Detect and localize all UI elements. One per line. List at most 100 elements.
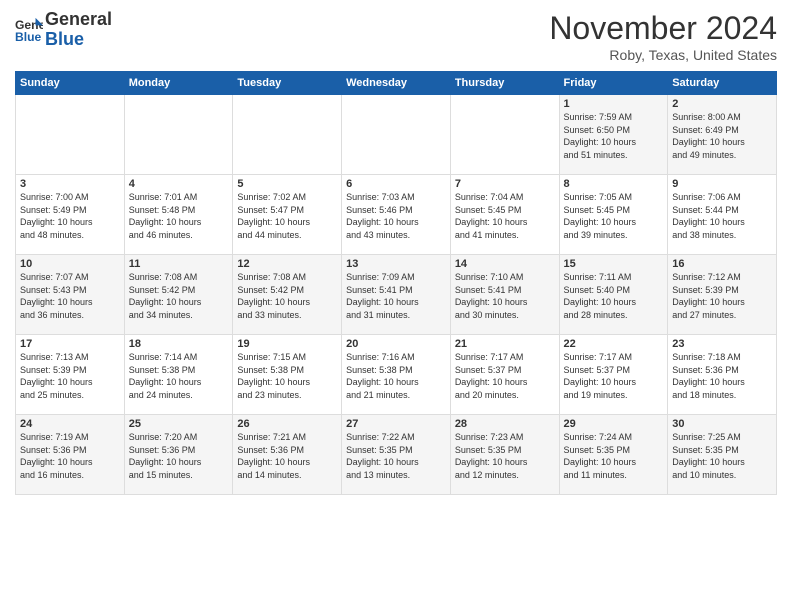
week-row-3: 10Sunrise: 7:07 AM Sunset: 5:43 PM Dayli… — [16, 255, 777, 335]
day-header-saturday: Saturday — [668, 72, 777, 95]
day-info: Sunrise: 7:03 AM Sunset: 5:46 PM Dayligh… — [346, 191, 446, 241]
day-number: 11 — [129, 258, 229, 270]
day-number: 19 — [237, 338, 337, 350]
day-info: Sunrise: 7:04 AM Sunset: 5:45 PM Dayligh… — [455, 191, 555, 241]
day-info: Sunrise: 7:17 AM Sunset: 5:37 PM Dayligh… — [455, 351, 555, 401]
day-cell: 21Sunrise: 7:17 AM Sunset: 5:37 PM Dayli… — [450, 335, 559, 415]
day-header-monday: Monday — [124, 72, 233, 95]
day-info: Sunrise: 7:09 AM Sunset: 5:41 PM Dayligh… — [346, 271, 446, 321]
week-row-2: 3Sunrise: 7:00 AM Sunset: 5:49 PM Daylig… — [16, 175, 777, 255]
day-number: 8 — [564, 178, 664, 190]
day-info: Sunrise: 7:02 AM Sunset: 5:47 PM Dayligh… — [237, 191, 337, 241]
month-title: November 2024 — [549, 10, 777, 47]
day-number: 4 — [129, 178, 229, 190]
day-cell: 24Sunrise: 7:19 AM Sunset: 5:36 PM Dayli… — [16, 415, 125, 495]
week-row-5: 24Sunrise: 7:19 AM Sunset: 5:36 PM Dayli… — [16, 415, 777, 495]
day-info: Sunrise: 7:23 AM Sunset: 5:35 PM Dayligh… — [455, 431, 555, 481]
day-cell: 22Sunrise: 7:17 AM Sunset: 5:37 PM Dayli… — [559, 335, 668, 415]
day-info: Sunrise: 8:00 AM Sunset: 6:49 PM Dayligh… — [672, 111, 772, 161]
day-number: 25 — [129, 418, 229, 430]
title-block: November 2024 Roby, Texas, United States — [549, 10, 777, 63]
day-cell: 26Sunrise: 7:21 AM Sunset: 5:36 PM Dayli… — [233, 415, 342, 495]
day-number: 13 — [346, 258, 446, 270]
day-cell: 2Sunrise: 8:00 AM Sunset: 6:49 PM Daylig… — [668, 95, 777, 175]
day-cell — [124, 95, 233, 175]
day-header-tuesday: Tuesday — [233, 72, 342, 95]
day-number: 3 — [20, 178, 120, 190]
day-number: 16 — [672, 258, 772, 270]
day-number: 5 — [237, 178, 337, 190]
day-info: Sunrise: 7:16 AM Sunset: 5:38 PM Dayligh… — [346, 351, 446, 401]
week-row-1: 1Sunrise: 7:59 AM Sunset: 6:50 PM Daylig… — [16, 95, 777, 175]
day-cell: 17Sunrise: 7:13 AM Sunset: 5:39 PM Dayli… — [16, 335, 125, 415]
day-number: 1 — [564, 98, 664, 110]
day-cell: 11Sunrise: 7:08 AM Sunset: 5:42 PM Dayli… — [124, 255, 233, 335]
day-info: Sunrise: 7:01 AM Sunset: 5:48 PM Dayligh… — [129, 191, 229, 241]
day-cell: 13Sunrise: 7:09 AM Sunset: 5:41 PM Dayli… — [342, 255, 451, 335]
day-number: 17 — [20, 338, 120, 350]
day-number: 14 — [455, 258, 555, 270]
day-cell: 25Sunrise: 7:20 AM Sunset: 5:36 PM Dayli… — [124, 415, 233, 495]
day-info: Sunrise: 7:17 AM Sunset: 5:37 PM Dayligh… — [564, 351, 664, 401]
day-cell: 10Sunrise: 7:07 AM Sunset: 5:43 PM Dayli… — [16, 255, 125, 335]
calendar-table: SundayMondayTuesdayWednesdayThursdayFrid… — [15, 71, 777, 495]
day-number: 30 — [672, 418, 772, 430]
logo-text: General Blue — [45, 10, 112, 50]
logo: General Blue General Blue — [15, 10, 112, 50]
day-info: Sunrise: 7:24 AM Sunset: 5:35 PM Dayligh… — [564, 431, 664, 481]
day-header-friday: Friday — [559, 72, 668, 95]
day-cell: 27Sunrise: 7:22 AM Sunset: 5:35 PM Dayli… — [342, 415, 451, 495]
header-row: SundayMondayTuesdayWednesdayThursdayFrid… — [16, 72, 777, 95]
day-info: Sunrise: 7:00 AM Sunset: 5:49 PM Dayligh… — [20, 191, 120, 241]
day-cell: 15Sunrise: 7:11 AM Sunset: 5:40 PM Dayli… — [559, 255, 668, 335]
day-cell: 18Sunrise: 7:14 AM Sunset: 5:38 PM Dayli… — [124, 335, 233, 415]
day-header-sunday: Sunday — [16, 72, 125, 95]
day-cell: 23Sunrise: 7:18 AM Sunset: 5:36 PM Dayli… — [668, 335, 777, 415]
day-cell: 5Sunrise: 7:02 AM Sunset: 5:47 PM Daylig… — [233, 175, 342, 255]
day-info: Sunrise: 7:15 AM Sunset: 5:38 PM Dayligh… — [237, 351, 337, 401]
day-cell — [450, 95, 559, 175]
day-info: Sunrise: 7:07 AM Sunset: 5:43 PM Dayligh… — [20, 271, 120, 321]
day-cell: 9Sunrise: 7:06 AM Sunset: 5:44 PM Daylig… — [668, 175, 777, 255]
day-info: Sunrise: 7:12 AM Sunset: 5:39 PM Dayligh… — [672, 271, 772, 321]
day-info: Sunrise: 7:59 AM Sunset: 6:50 PM Dayligh… — [564, 111, 664, 161]
day-info: Sunrise: 7:13 AM Sunset: 5:39 PM Dayligh… — [20, 351, 120, 401]
day-cell: 20Sunrise: 7:16 AM Sunset: 5:38 PM Dayli… — [342, 335, 451, 415]
day-cell — [342, 95, 451, 175]
day-info: Sunrise: 7:08 AM Sunset: 5:42 PM Dayligh… — [129, 271, 229, 321]
day-number: 28 — [455, 418, 555, 430]
day-cell — [16, 95, 125, 175]
header: General Blue General Blue November 2024 … — [15, 10, 777, 63]
day-cell: 14Sunrise: 7:10 AM Sunset: 5:41 PM Dayli… — [450, 255, 559, 335]
day-cell: 1Sunrise: 7:59 AM Sunset: 6:50 PM Daylig… — [559, 95, 668, 175]
day-cell: 6Sunrise: 7:03 AM Sunset: 5:46 PM Daylig… — [342, 175, 451, 255]
logo-icon: General Blue — [15, 16, 43, 44]
day-info: Sunrise: 7:05 AM Sunset: 5:45 PM Dayligh… — [564, 191, 664, 241]
day-header-wednesday: Wednesday — [342, 72, 451, 95]
day-cell: 19Sunrise: 7:15 AM Sunset: 5:38 PM Dayli… — [233, 335, 342, 415]
day-cell: 8Sunrise: 7:05 AM Sunset: 5:45 PM Daylig… — [559, 175, 668, 255]
day-cell: 29Sunrise: 7:24 AM Sunset: 5:35 PM Dayli… — [559, 415, 668, 495]
day-info: Sunrise: 7:14 AM Sunset: 5:38 PM Dayligh… — [129, 351, 229, 401]
day-info: Sunrise: 7:25 AM Sunset: 5:35 PM Dayligh… — [672, 431, 772, 481]
day-info: Sunrise: 7:22 AM Sunset: 5:35 PM Dayligh… — [346, 431, 446, 481]
day-number: 7 — [455, 178, 555, 190]
day-number: 26 — [237, 418, 337, 430]
location-subtitle: Roby, Texas, United States — [549, 47, 777, 63]
day-number: 23 — [672, 338, 772, 350]
day-cell: 16Sunrise: 7:12 AM Sunset: 5:39 PM Dayli… — [668, 255, 777, 335]
day-info: Sunrise: 7:19 AM Sunset: 5:36 PM Dayligh… — [20, 431, 120, 481]
day-number: 20 — [346, 338, 446, 350]
day-info: Sunrise: 7:18 AM Sunset: 5:36 PM Dayligh… — [672, 351, 772, 401]
page-container: General Blue General Blue November 2024 … — [0, 0, 792, 500]
day-info: Sunrise: 7:06 AM Sunset: 5:44 PM Dayligh… — [672, 191, 772, 241]
day-number: 9 — [672, 178, 772, 190]
day-number: 10 — [20, 258, 120, 270]
day-number: 18 — [129, 338, 229, 350]
day-info: Sunrise: 7:20 AM Sunset: 5:36 PM Dayligh… — [129, 431, 229, 481]
svg-text:Blue: Blue — [15, 30, 42, 44]
day-cell: 12Sunrise: 7:08 AM Sunset: 5:42 PM Dayli… — [233, 255, 342, 335]
day-number: 12 — [237, 258, 337, 270]
day-cell: 30Sunrise: 7:25 AM Sunset: 5:35 PM Dayli… — [668, 415, 777, 495]
day-number: 29 — [564, 418, 664, 430]
